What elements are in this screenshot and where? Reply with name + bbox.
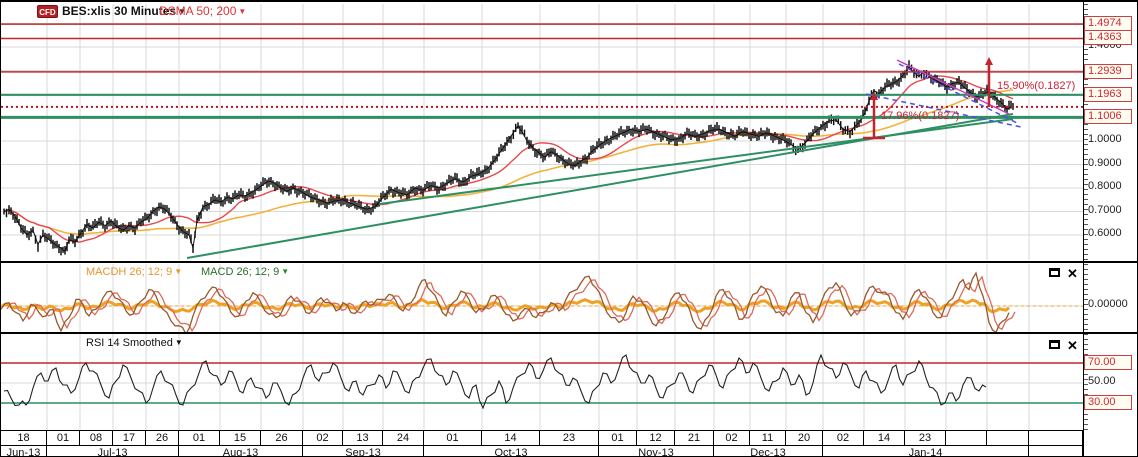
panel-divider (1, 332, 1137, 334)
chevron-down-icon: ▼ (281, 267, 290, 276)
price-level-box-1.4363[interactable]: 1.4363 (1084, 30, 1132, 46)
trendline-1[interactable] (378, 118, 1014, 205)
month-label (1029, 446, 1083, 456)
month-label: Dec-13 (714, 446, 823, 456)
date-axis-days: 18 01 08 17 26 01 15 26 02 13 24 01 14 23 01 12 21 02 11 20… (1, 431, 1083, 445)
rsi-indicator-label: RSI 14 Smoothed (86, 337, 173, 349)
day-tick: 01 (47, 431, 80, 445)
day-tick: 23 (540, 431, 599, 445)
arrowhead-icon (985, 57, 993, 65)
price-level-box-1.1006[interactable]: 1.1006 (1084, 109, 1132, 125)
panel-divider (1, 261, 1137, 263)
dsma-indicator-dropdown[interactable]: DSMA 50; 200 ▼ (159, 4, 246, 18)
date-axis-months: Jun-13 Jul-13 Aug-13 Sep-13 Oct-13 Nov-13 Dec-… (1, 445, 1083, 456)
day-tick: 02 (303, 431, 343, 445)
day-tick: 08 (80, 431, 113, 445)
price-level-box-1.2939[interactable]: 1.2939 (1084, 63, 1132, 79)
day-tick: 11 (750, 431, 786, 445)
day-tick (1029, 431, 1083, 445)
month-label: Sep-13 (303, 446, 424, 456)
macd-zero-label: 0.00000 (1088, 298, 1128, 310)
chart-window: CFD BES:xlis 30 Minutes ▼ DSMA 50; 200 ▼ M… (0, 0, 1138, 457)
day-tick: 17 (113, 431, 146, 445)
month-label: Jul-13 (47, 446, 179, 456)
price-level-box-1.4974[interactable]: 1.4974 (1084, 16, 1132, 32)
price-tick-0.8000: 0.8000 (1088, 180, 1122, 192)
day-tick: 18 (1, 431, 47, 445)
day-tick: 24 (383, 431, 424, 445)
day-tick: 15 (220, 431, 261, 445)
macd-maximize-icon[interactable] (1049, 268, 1060, 277)
rsi-close-icon[interactable]: ✕ (1067, 339, 1080, 352)
price-tick-0.6000: 0.6000 (1088, 227, 1122, 239)
chevron-down-icon: ▼ (174, 338, 183, 347)
rsi-tick-70.00[interactable]: 70.00 (1084, 355, 1132, 370)
day-tick: 01 (179, 431, 220, 445)
day-tick: 13 (343, 431, 383, 445)
day-tick: 20 (786, 431, 823, 445)
price-tick-0.9000: 0.9000 (1088, 156, 1122, 169)
date-axis: 18 01 08 17 26 01 15 26 02 13 24 01 14 23 01 12 21 02 11 20… (1, 430, 1083, 456)
day-tick: 01 (599, 431, 637, 445)
month-label: Aug-13 (179, 446, 303, 456)
macd-line (1, 271, 1010, 332)
day-tick: 26 (146, 431, 179, 445)
percent-annotation-1: 15.90%(0.1827) (997, 80, 1076, 92)
percent-annotation-0: 17.96%(0.1827) (881, 110, 960, 122)
day-tick: 02 (823, 431, 864, 445)
day-tick (946, 431, 987, 445)
macdh-indicator-label: MACDH 26; 12; 9 (86, 266, 173, 278)
instrument-type-badge: CFD (37, 5, 58, 18)
price-tick-0.7000: 0.7000 (1088, 203, 1122, 216)
macdh-indicator-dropdown[interactable]: MACDH 26; 12; 9 ▼ (86, 266, 182, 278)
price-tick-1.0000: 1.0000 (1088, 133, 1122, 145)
macd-close-icon[interactable]: ✕ (1067, 267, 1080, 280)
day-tick: 01 (424, 431, 482, 445)
month-label: Nov-13 (599, 446, 714, 456)
month-label: Oct-13 (424, 446, 599, 456)
dsma-indicator-label: DSMA 50; 200 (159, 4, 237, 18)
month-label: Jun-13 (1, 446, 47, 456)
day-tick: 21 (675, 431, 714, 445)
day-tick: 02 (714, 431, 750, 445)
chart-title-row: CFD BES:xlis 30 Minutes ▼ DSMA 50; 200 ▼ (1, 4, 1081, 19)
macd-indicator-dropdown[interactable]: MACD 26; 12; 9 ▼ (201, 266, 289, 278)
rsi-tick-30.00[interactable]: 30.00 (1084, 395, 1132, 410)
chevron-down-icon: ▼ (238, 7, 247, 16)
month-label: Jan-14 (823, 446, 1029, 456)
dsma-50-line (3, 75, 1014, 243)
day-tick: 26 (261, 431, 303, 445)
day-tick: 12 (637, 431, 675, 445)
macd-indicator-label: MACD 26; 12; 9 (201, 266, 280, 278)
chevron-down-icon: ▼ (174, 267, 183, 276)
price-panel[interactable] (1, 4, 1083, 260)
day-tick: 14 (864, 431, 905, 445)
chart-canvas[interactable] (1, 2, 1083, 430)
rsi-maximize-icon[interactable] (1049, 340, 1060, 349)
rsi-indicator-dropdown[interactable]: RSI 14 Smoothed ▼ (86, 337, 183, 349)
price-level-box-1.1963[interactable]: 1.1963 (1084, 86, 1132, 102)
day-tick (987, 431, 1029, 445)
plot-area: CFD BES:xlis 30 Minutes ▼ DSMA 50; 200 ▼ M… (1, 2, 1083, 456)
day-tick: 23 (905, 431, 946, 445)
candlesticks (3, 60, 1014, 256)
day-tick: 14 (482, 431, 540, 445)
rsi-tick-50.00: 50.00 (1088, 375, 1116, 387)
trendline-4[interactable] (896, 59, 1010, 115)
